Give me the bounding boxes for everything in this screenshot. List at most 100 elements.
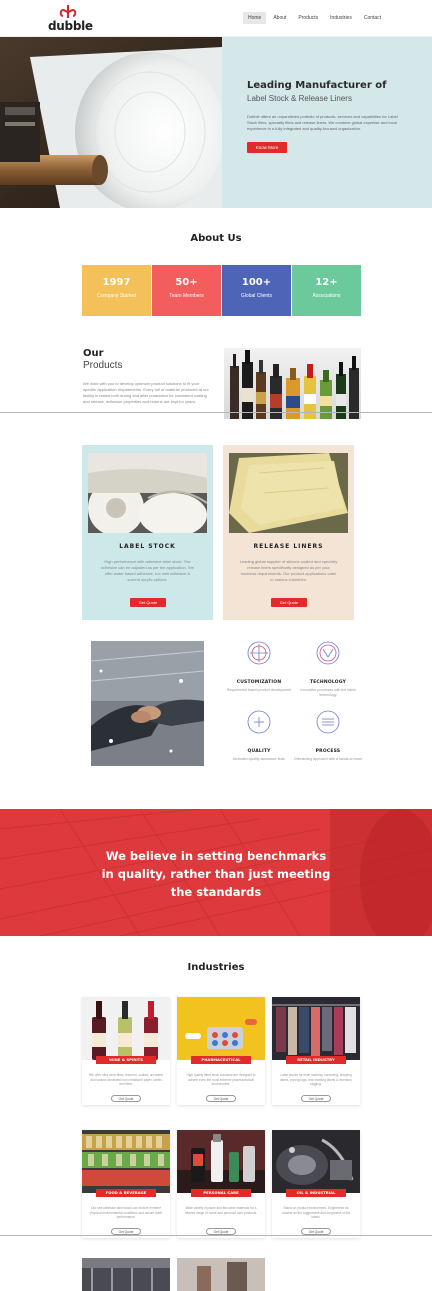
industries-title: Industries [187,962,245,973]
lines-circle-icon [316,710,340,734]
industry-tag: PHARMACEUTICAL [191,1056,251,1064]
hero-description: Dubble offers an unparalleled portfolio … [247,114,398,131]
logo-text: dubble [48,19,93,33]
about-title: About Us [190,233,242,244]
products-title-line1: Our [83,348,104,359]
stat-team-members: 50+ Team Members [152,265,221,316]
stat-label: Team Members [169,293,204,299]
industry-tag: FOOD & BEVERAGE [96,1189,156,1197]
products-intro: Our Products We work with you to develop… [83,348,218,405]
divider-line [0,1235,432,1236]
industry-card-personal-care: PERSONAL CARE Wide variety of paper and … [177,1130,265,1238]
industry-card-wine: WINE & SPIRITS We offer ultra clear film… [82,997,170,1105]
feature-description: Innovative processes with the latest tec… [300,688,356,697]
label-stock-title: LABEL STOCK [119,543,176,550]
industry-card-oil: OIL & INDUSTRIAL Stand on product enviro… [272,1130,360,1238]
banner-line3: the standards [170,885,262,899]
stat-label: Company Started [97,293,136,299]
banner-line1: We believe in setting benchmarks [105,849,327,863]
industry-tag: WINE & SPIRITS [96,1056,156,1064]
industry-description: High quality label stock solutions are d… [186,1073,256,1086]
nav-contact[interactable]: Contact [359,12,386,24]
products-description: We work with you to develop optimum prod… [83,381,209,404]
hero-subtitle: Label Stock & Release Liners [247,94,352,103]
stat-associations: 12+ Associations [292,265,361,316]
feature-title: CUSTOMIZATION [236,680,282,685]
feature-quality: QUALITY Dedicated quality assurance team [224,710,294,762]
industry-card-partial [177,1258,265,1291]
pharma-image [177,997,265,1060]
hero-title: Leading Manufacturer of [247,80,387,91]
hero-section: Leading Manufacturer of Label Stock & Re… [0,37,432,208]
crosshair-icon [247,641,271,665]
feature-description: Onboarding approach with a hands-on team [293,757,363,761]
feature-description: Requirement based product development [226,688,292,692]
nav-products[interactable]: Products [293,12,323,24]
label-stock-quote-button[interactable]: Get Quote [130,598,166,607]
stat-value: 12+ [315,277,338,288]
feature-technology: TECHNOLOGY Innovative processes with the… [293,641,363,698]
release-liners-quote-button[interactable]: Get Quote [271,598,307,607]
hero-paper-roll-image [0,37,222,208]
handshake-image [91,641,204,766]
feature-description: Dedicated quality assurance team [232,757,286,761]
feature-title: QUALITY [247,749,271,754]
release-liners-image [229,453,348,533]
industry-description: We offer ultra clear films, textured, co… [89,1073,163,1086]
warehouse-image [82,1258,170,1291]
feature-process: PROCESS Onboarding approach with a hands… [293,710,363,762]
industry-tag: OIL & INDUSTRIAL [286,1189,346,1197]
hero-text-block: Leading Manufacturer of Label Stock & Re… [247,79,412,154]
circle-check-icon [316,641,340,665]
feature-title: TECHNOLOGY [309,680,347,685]
oil-image [272,1130,360,1193]
main-nav: Home About Products Industries Contact [243,12,386,24]
products-title-line2: Products [83,360,123,371]
wine-image [82,997,170,1060]
stat-company-started: 1997 Company Started [82,265,151,316]
label-stock-description: High performance with adhesive label sto… [101,559,194,582]
industry-card-retail: RETAIL INDUSTRY Label stocks for shelf m… [272,997,360,1105]
dubble-logo[interactable]: dubble [48,4,93,34]
release-liners-card: RELEASE LINERS Leading global supplier o… [223,445,354,620]
nav-about[interactable]: About [268,12,291,24]
industry-card-food: FOOD & BEVERAGE Our self adhesive label … [82,1130,170,1238]
pharma-quote-button[interactable]: Get Quote [206,1095,236,1102]
food-quote-button[interactable]: Get Quote [111,1228,141,1235]
logo-mark-icon [59,5,77,18]
site-header: dubble Home About Products Industries Co… [0,0,432,37]
nav-home[interactable]: Home [243,12,267,24]
benchmark-banner: We believe in setting benchmarks in qual… [0,809,432,936]
industry-description: Our self adhesive label stock can endure… [90,1206,162,1219]
stat-value: 50+ [175,277,198,288]
industry-tag: RETAIL INDUSTRY [286,1056,346,1064]
wine-quote-button[interactable]: Get Quote [111,1095,141,1102]
industry-description: Wide variety of paper and film label mat… [184,1206,258,1215]
lab-image [177,1258,265,1291]
personal-care-image [177,1130,265,1193]
release-liners-title: RELEASE LINERS [253,543,324,550]
industry-description: Stand on product environment. Engineered… [281,1206,351,1219]
food-image [82,1130,170,1193]
release-liners-description: Leading global supplier of silicone coat… [239,559,338,582]
industry-card-pharma: PHARMACEUTICAL High quality label stock … [177,997,265,1105]
label-stock-card: LABEL STOCK High performance with adhesi… [82,445,213,620]
retail-image [272,997,360,1060]
feature-customization: CUSTOMIZATION Requirement based product … [224,641,294,693]
industry-tag: PERSONAL CARE [191,1189,251,1197]
retail-quote-button[interactable]: Get Quote [301,1095,331,1102]
bottles-image [224,348,361,419]
plus-circle-icon [247,710,271,734]
stat-value: 1997 [102,277,131,288]
banner-headline: We believe in setting benchmarks in qual… [0,847,432,901]
nav-industries[interactable]: Industries [325,12,357,24]
banner-line2: in quality, rather than just meeting [101,867,331,881]
stat-global-clients: 100+ Global Clients [222,265,291,316]
know-more-button[interactable]: Know More [247,142,287,153]
label-stock-image [88,453,207,533]
stat-label: Global Clients [240,293,273,299]
stats-row: 1997 Company Started 50+ Team Members 10… [82,265,361,316]
industry-description: Label stocks for shelf marking, barcodin… [280,1073,352,1086]
oil-quote-button[interactable]: Get Quote [301,1228,331,1235]
personal-care-quote-button[interactable]: Get Quote [206,1228,236,1235]
